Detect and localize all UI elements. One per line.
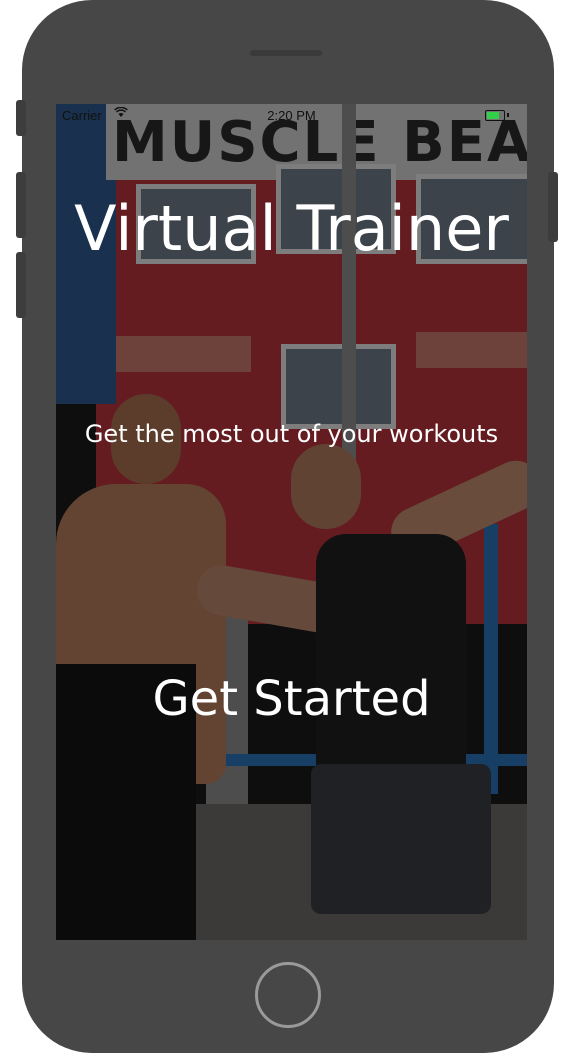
clock: 2:20 PM [267,108,316,123]
power-button [548,172,558,242]
app-subtitle: Get the most out of your workouts [84,420,499,448]
home-button-icon[interactable] [255,962,321,1028]
app-title: Virtual Trainer [74,192,509,265]
mute-switch [16,100,26,136]
battery-tip [507,113,509,117]
speaker-grille [250,50,322,56]
volume-up-button [16,172,26,238]
battery-icon [485,110,505,121]
status-bar: Carrier 2:20 PM [56,104,527,126]
battery-level [487,112,499,119]
app-screen: MUSCLE BEACH Carrier 2:20 PM [56,104,527,940]
get-started-button[interactable]: Get Started [56,664,527,734]
volume-down-button [16,252,26,318]
